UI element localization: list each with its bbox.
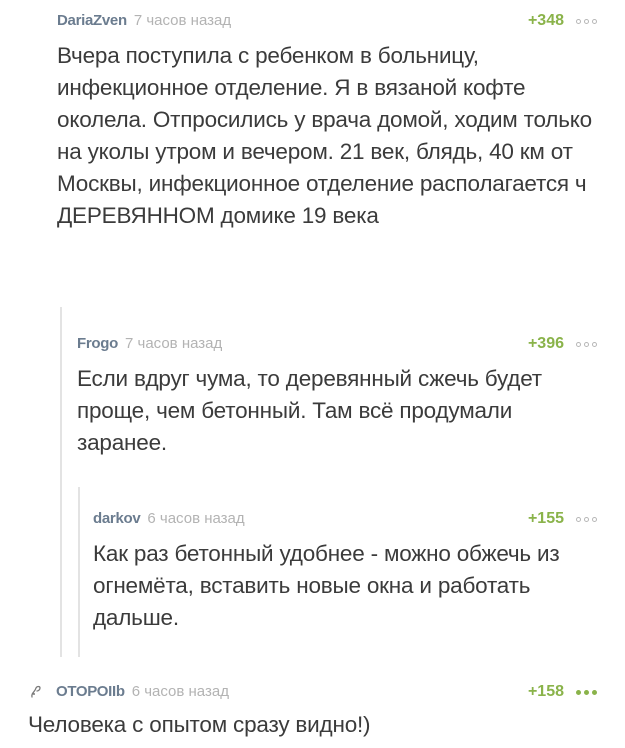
comment-time[interactable]: 6 часов назад bbox=[147, 508, 244, 530]
comment-time[interactable]: 7 часов назад bbox=[134, 10, 231, 32]
comment-text: Вчера поступила с ребенком в больницу, и… bbox=[57, 43, 592, 228]
comment-3: darkov 6 часов назад +155 Как раз бетонн… bbox=[93, 508, 597, 634]
comment-rating: +155 bbox=[527, 510, 564, 527]
comment-author[interactable]: DariaZven bbox=[57, 10, 127, 32]
more-dots-icon[interactable] bbox=[576, 18, 597, 24]
more-dots-icon[interactable] bbox=[576, 516, 597, 522]
user-icon[interactable] bbox=[28, 683, 46, 701]
comment-rating: +158 bbox=[527, 683, 564, 700]
comment-rating: +396 bbox=[527, 335, 564, 352]
comment-1: DariaZven 7 часов назад +348 Вчера посту… bbox=[57, 10, 597, 232]
comment-meta: ОТОРОIIb 6 часов назад +158 bbox=[28, 681, 597, 703]
comment-4: ОТОРОIIb 6 часов назад +158 Человека с о… bbox=[28, 681, 597, 741]
comment-author[interactable]: darkov bbox=[93, 508, 141, 530]
comment-author[interactable]: ОТОРОIIb bbox=[56, 681, 125, 703]
comment-meta: Frogo 7 часов назад +396 bbox=[77, 333, 597, 355]
comment-time[interactable]: 7 часов назад bbox=[125, 333, 222, 355]
more-dots-icon[interactable] bbox=[576, 341, 597, 347]
comment-rating: +348 bbox=[527, 12, 564, 29]
comment-meta: darkov 6 часов назад +155 bbox=[93, 508, 597, 530]
more-dots-icon[interactable] bbox=[576, 689, 597, 695]
comment-author[interactable]: Frogo bbox=[77, 333, 118, 355]
comment-text: Как раз бетонный удобнее - можно обжечь … bbox=[93, 541, 560, 630]
thread-line[interactable] bbox=[60, 307, 62, 657]
comment-meta: DariaZven 7 часов назад +348 bbox=[57, 10, 597, 32]
comment-time[interactable]: 6 часов назад bbox=[132, 681, 229, 703]
thread-line[interactable] bbox=[78, 487, 80, 657]
comment-2: Frogo 7 часов назад +396 Если вдруг чума… bbox=[77, 333, 597, 459]
comment-text: Человека с опытом сразу видно!) bbox=[28, 712, 371, 737]
comment-text: Если вдруг чума, то деревянный сжечь буд… bbox=[77, 366, 542, 455]
